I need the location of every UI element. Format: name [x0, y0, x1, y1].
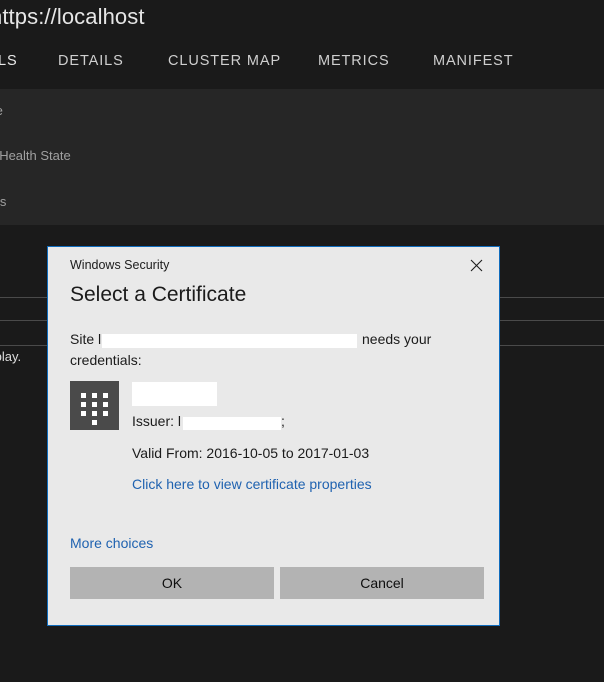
- redacted-site-name: [102, 334, 358, 349]
- tab-bar: LS DETAILS CLUSTER MAP METRICS MANIFEST: [0, 41, 604, 121]
- essentials-row-health-state: th State: [0, 103, 3, 118]
- more-choices-link[interactable]: More choices: [70, 535, 153, 551]
- tab-metrics[interactable]: METRICS: [318, 53, 390, 69]
- empty-state-text: display.: [0, 349, 22, 364]
- close-icon[interactable]: [459, 251, 493, 279]
- address-bar[interactable]: https://localhost: [0, 0, 310, 40]
- certificate-issuer-prefix: Issuer: l: [132, 413, 182, 429]
- certificate-validity: Valid From: 2016-10-05 to 2017-01-03: [132, 445, 370, 461]
- certificate-issuer-suffix: ;: [281, 413, 285, 429]
- essentials-row-nodes: d Nodes: [0, 194, 7, 209]
- essentials-panel: th State ication Health State d Nodes: [0, 89, 604, 225]
- select-certificate-dialog: Windows Security Select a Certificate Si…: [47, 246, 500, 626]
- cancel-button[interactable]: Cancel: [280, 567, 484, 599]
- redacted-certificate-name: [132, 382, 217, 406]
- dialog-heading: Select a Certificate: [70, 283, 247, 306]
- address-bar-text: https://localhost: [0, 4, 145, 29]
- essentials-row-application-health-state: ication Health State: [0, 148, 71, 163]
- ok-button[interactable]: OK: [70, 567, 274, 599]
- browser-chrome: https://localhost: [0, 0, 604, 41]
- tab-cluster-map[interactable]: CLUSTER MAP: [168, 53, 281, 69]
- certificate-icon: [70, 381, 119, 430]
- view-certificate-properties-link[interactable]: Click here to view certificate propertie…: [132, 476, 372, 492]
- certificate-fields: Issuer: l; Valid From: 2016-10-05 to 201…: [132, 381, 372, 492]
- dialog-titlebar: Windows Security: [48, 247, 499, 285]
- tab-details[interactable]: DETAILS: [58, 53, 124, 69]
- tab-essentials[interactable]: LS: [0, 53, 18, 69]
- redacted-issuer-name: [183, 416, 282, 430]
- certificate-issuer: Issuer: l;: [132, 413, 285, 430]
- credentials-prompt: Site l needs your credentials:: [70, 329, 482, 371]
- tab-manifest[interactable]: MANIFEST: [433, 53, 514, 69]
- credentials-prompt-prefix: Site l: [70, 331, 102, 347]
- dialog-app-title: Windows Security: [70, 258, 170, 272]
